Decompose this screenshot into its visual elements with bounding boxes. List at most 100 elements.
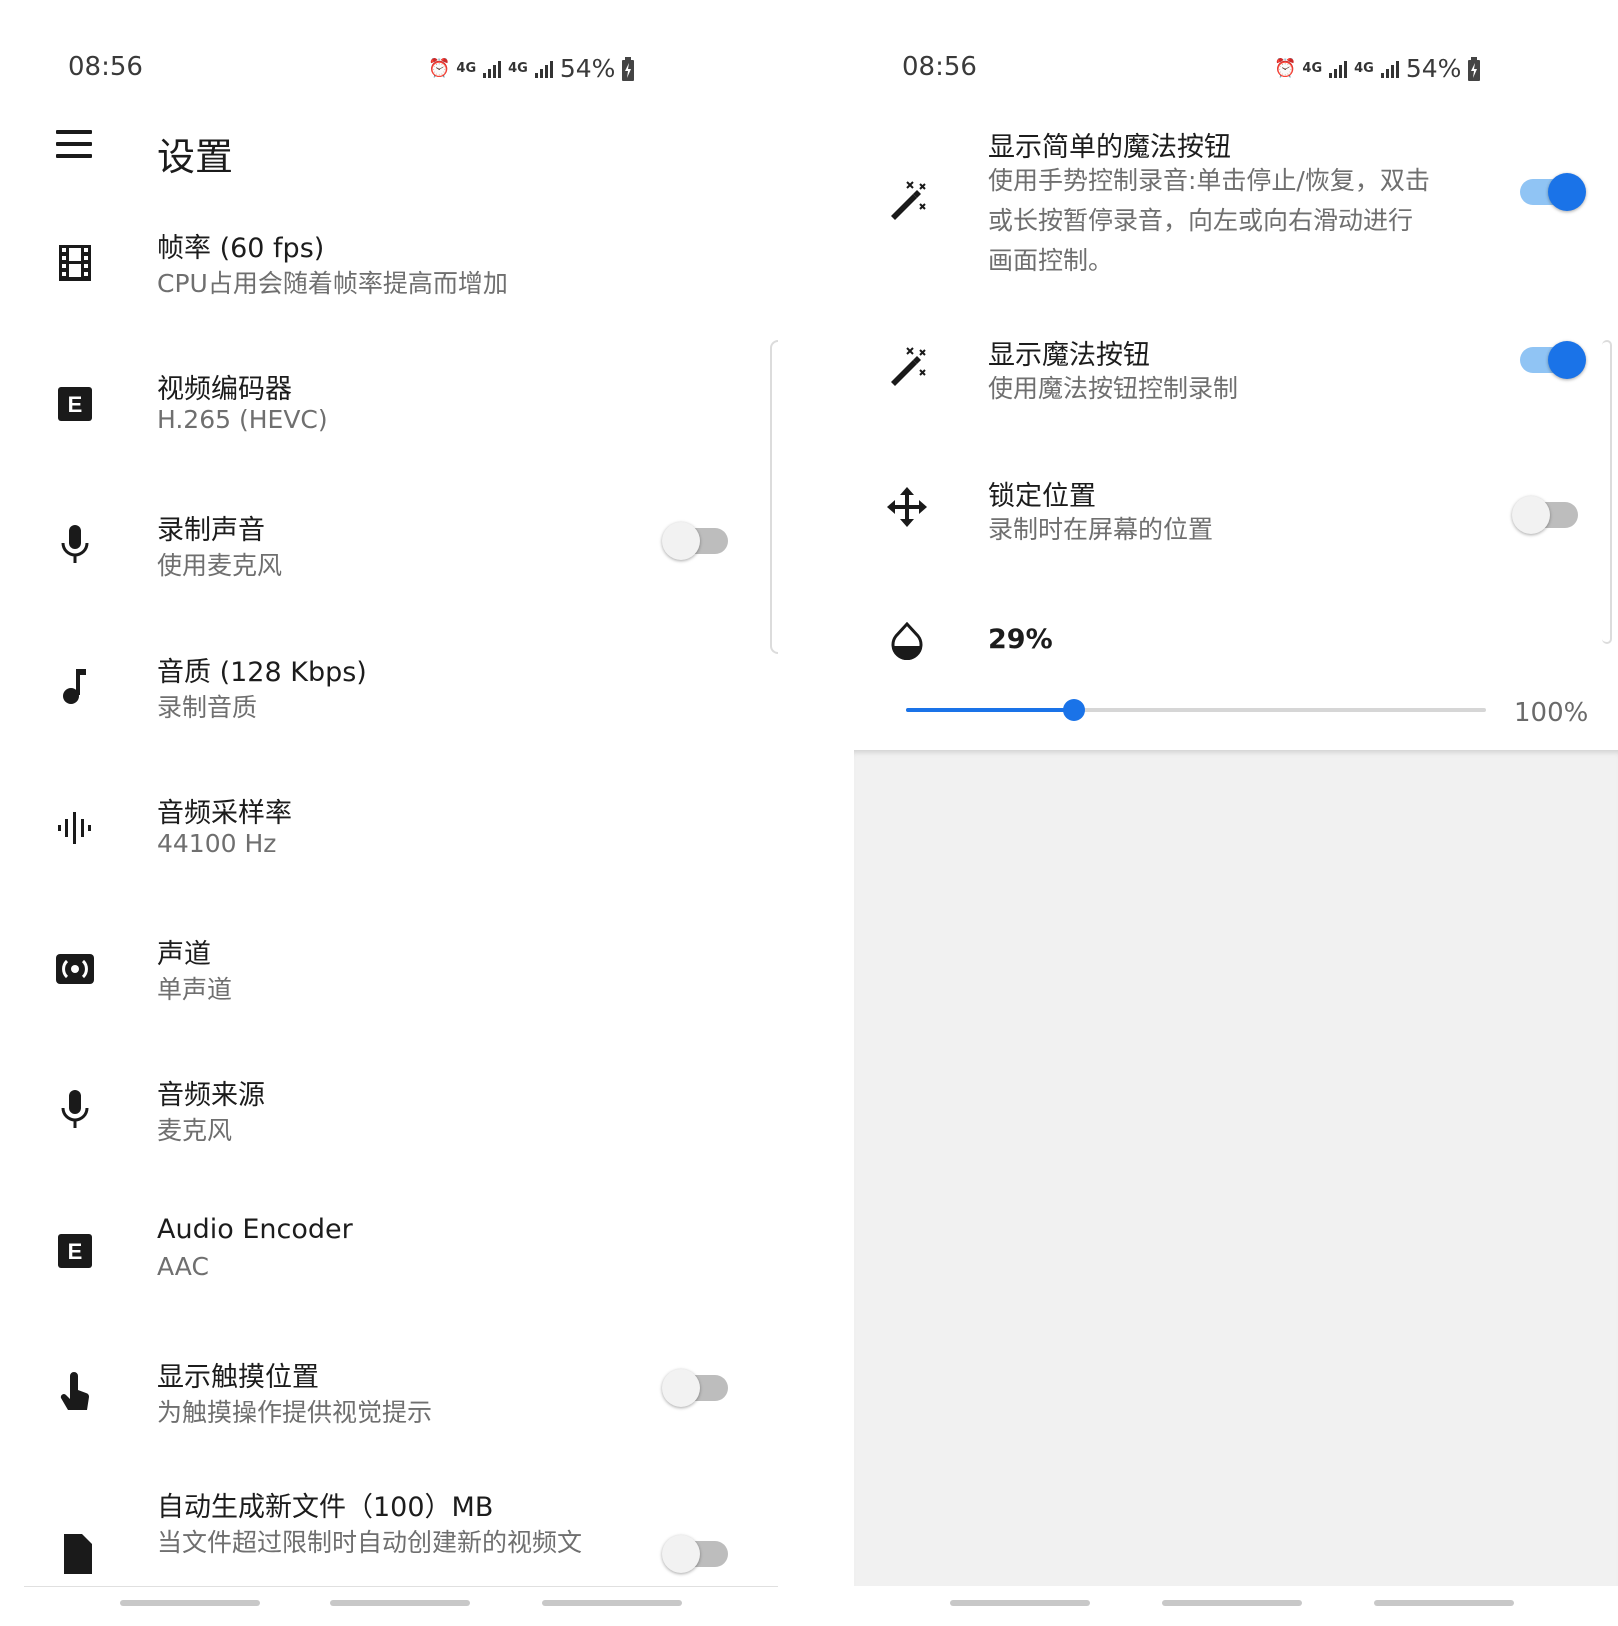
status-icons: ⏰ 4G 4G 54% bbox=[428, 54, 635, 83]
right-settings-screen: 08:56 ⏰ 4G 4G 54% 显示简单的魔法按钮 使用手势控制录音:单击停… bbox=[854, 0, 1618, 1626]
setting-subtitle: 使用手势控制录音:单击停止/恢复，双击 或长按暂停录音，向左或向右滑动进行 画面… bbox=[988, 161, 1430, 281]
setting-sample-rate[interactable]: 音频采样率 44100 Hz bbox=[0, 791, 778, 901]
magic-wand-icon bbox=[886, 345, 928, 387]
record-audio-toggle[interactable] bbox=[662, 522, 728, 560]
network-4g-icon: 4G bbox=[1302, 61, 1323, 76]
setting-audio-source[interactable]: 音频来源 麦克风 bbox=[0, 1073, 778, 1183]
navigation-bar bbox=[0, 1586, 778, 1626]
navigation-bar bbox=[854, 1586, 1618, 1626]
opacity-value: 29% bbox=[988, 624, 1053, 655]
setting-frame-rate[interactable]: 帧率 (60 fps) CPU占用会随着帧率提高而增加 bbox=[0, 226, 778, 336]
battery-charging-icon bbox=[1468, 56, 1481, 81]
music-note-icon bbox=[54, 666, 96, 708]
setting-title: 显示简单的魔法按钮 bbox=[988, 132, 1231, 163]
setting-title: 录制声音 bbox=[157, 515, 265, 546]
signal-icon-2 bbox=[1380, 60, 1399, 78]
setting-show-touches[interactable]: 显示触摸位置 为触摸操作提供视觉提示 bbox=[0, 1355, 778, 1465]
nav-pill[interactable] bbox=[1162, 1600, 1302, 1606]
slider-fill bbox=[906, 708, 1075, 712]
setting-audio-quality[interactable]: 音质 (128 Kbps) 录制音质 bbox=[0, 650, 778, 760]
setting-audio-encoder[interactable]: E Audio Encoder AAC bbox=[0, 1214, 778, 1324]
magic-button-toggle[interactable] bbox=[1520, 341, 1586, 379]
signal-icon bbox=[1329, 60, 1348, 78]
setting-simple-magic-button[interactable]: 显示简单的魔法按钮 使用手势控制录音:单击停止/恢复，双击 或长按暂停录音，向左… bbox=[854, 125, 1618, 295]
setting-title: 音频来源 bbox=[157, 1080, 265, 1111]
move-icon bbox=[886, 486, 928, 528]
slider-knob[interactable] bbox=[1063, 699, 1086, 721]
setting-subtitle: AAC bbox=[157, 1252, 209, 1281]
setting-title: 显示魔法按钮 bbox=[988, 340, 1150, 371]
signal-icon bbox=[483, 60, 502, 78]
setting-title: 视频编码器 bbox=[157, 374, 292, 405]
surround-icon bbox=[54, 948, 96, 990]
status-icons: ⏰ 4G 4G 54% bbox=[1274, 54, 1481, 83]
setting-subtitle: 录制时在屏幕的位置 bbox=[988, 515, 1214, 544]
battery-charging-icon bbox=[622, 56, 635, 81]
battery-percent: 54% bbox=[1405, 54, 1462, 83]
setting-subtitle: H.265 (HEVC) bbox=[157, 405, 328, 434]
setting-title: 声道 bbox=[157, 939, 211, 970]
setting-opacity: 29% bbox=[854, 620, 1618, 670]
signal-icon-2 bbox=[534, 60, 553, 78]
nav-pill[interactable] bbox=[1374, 1600, 1514, 1606]
show-touches-toggle[interactable] bbox=[662, 1369, 728, 1407]
setting-record-audio[interactable]: 录制声音 使用麦克风 bbox=[0, 508, 778, 618]
subtitle-line: 使用手势控制录音:单击停止/恢复，双击 bbox=[988, 166, 1430, 195]
setting-subtitle: 使用麦克风 bbox=[157, 551, 283, 580]
left-settings-screen: 08:56 ⏰ 4G 4G 54% 设置 帧率 (60 fps) CPU占用会随… bbox=[0, 0, 778, 1626]
setting-subtitle: 录制音质 bbox=[157, 693, 258, 722]
setting-subtitle: 单声道 bbox=[157, 975, 233, 1004]
setting-title: 显示触摸位置 bbox=[157, 1362, 319, 1393]
menu-icon[interactable] bbox=[56, 130, 92, 160]
network-4g-icon: 4G bbox=[456, 61, 477, 76]
nav-pill[interactable] bbox=[950, 1600, 1090, 1606]
setting-subtitle: 44100 Hz bbox=[157, 829, 277, 858]
status-bar: 08:56 ⏰ 4G 4G 54% bbox=[0, 46, 778, 86]
setting-lock-position[interactable]: 锁定位置 录制时在屏幕的位置 bbox=[854, 474, 1618, 584]
setting-magic-button[interactable]: 显示魔法按钮 使用魔法按钮控制录制 bbox=[854, 333, 1618, 443]
setting-title: 自动生成新文件（100）MB bbox=[157, 1492, 494, 1523]
encoder-icon: E bbox=[54, 383, 96, 425]
waveform-icon bbox=[54, 807, 96, 849]
magic-wand-icon bbox=[886, 179, 928, 221]
encoder-icon: E bbox=[54, 1230, 96, 1272]
subtitle-line: 或长按暂停录音，向左或向右滑动进行 bbox=[988, 206, 1414, 235]
network-4g-icon-2: 4G bbox=[508, 61, 528, 76]
setting-subtitle: 为触摸操作提供视觉提示 bbox=[157, 1398, 433, 1427]
mic-icon bbox=[54, 1089, 96, 1131]
empty-area bbox=[854, 750, 1618, 1586]
nav-pill[interactable] bbox=[542, 1600, 682, 1606]
mic-icon bbox=[54, 524, 96, 566]
status-time: 08:56 bbox=[68, 52, 143, 82]
setting-channels[interactable]: 声道 单声道 bbox=[0, 932, 778, 1042]
scroll-indicator[interactable] bbox=[770, 340, 778, 654]
film-icon bbox=[54, 242, 96, 284]
page-title: 设置 bbox=[157, 135, 234, 179]
status-time: 08:56 bbox=[902, 52, 977, 82]
network-4g-icon-2: 4G bbox=[1354, 61, 1374, 76]
svg-text:E: E bbox=[68, 392, 83, 417]
setting-title: 锁定位置 bbox=[988, 481, 1096, 512]
nav-pill[interactable] bbox=[330, 1600, 470, 1606]
opacity-slider[interactable] bbox=[906, 699, 1486, 721]
setting-subtitle: 麦克风 bbox=[157, 1116, 233, 1145]
alarm-icon: ⏰ bbox=[1274, 58, 1297, 79]
setting-title: 音质 (128 Kbps) bbox=[157, 657, 367, 688]
setting-title: 帧率 (60 fps) bbox=[157, 233, 325, 264]
opacity-drop-icon bbox=[886, 620, 928, 662]
setting-title: Audio Encoder bbox=[157, 1214, 353, 1245]
app-toolbar: 设置 bbox=[0, 118, 778, 182]
setting-subtitle: 当文件超过限制时自动创建新的视频文 bbox=[157, 1528, 583, 1557]
lock-position-toggle[interactable] bbox=[1512, 496, 1578, 534]
scroll-indicator[interactable] bbox=[1602, 340, 1612, 644]
alarm-icon: ⏰ bbox=[428, 58, 451, 79]
nav-pill[interactable] bbox=[120, 1600, 260, 1606]
simple-magic-button-toggle[interactable] bbox=[1520, 173, 1586, 211]
subtitle-line: 画面控制。 bbox=[988, 246, 1114, 275]
auto-split-toggle[interactable] bbox=[662, 1535, 728, 1573]
setting-auto-split[interactable]: 自动生成新文件（100）MB 当文件超过限制时自动创建新的视频文 bbox=[0, 1485, 778, 1585]
opacity-max-label: 100% bbox=[1514, 698, 1589, 728]
battery-percent: 54% bbox=[559, 54, 616, 83]
file-icon bbox=[54, 1533, 96, 1575]
setting-video-encoder[interactable]: E 视频编码器 H.265 (HEVC) bbox=[0, 367, 778, 477]
